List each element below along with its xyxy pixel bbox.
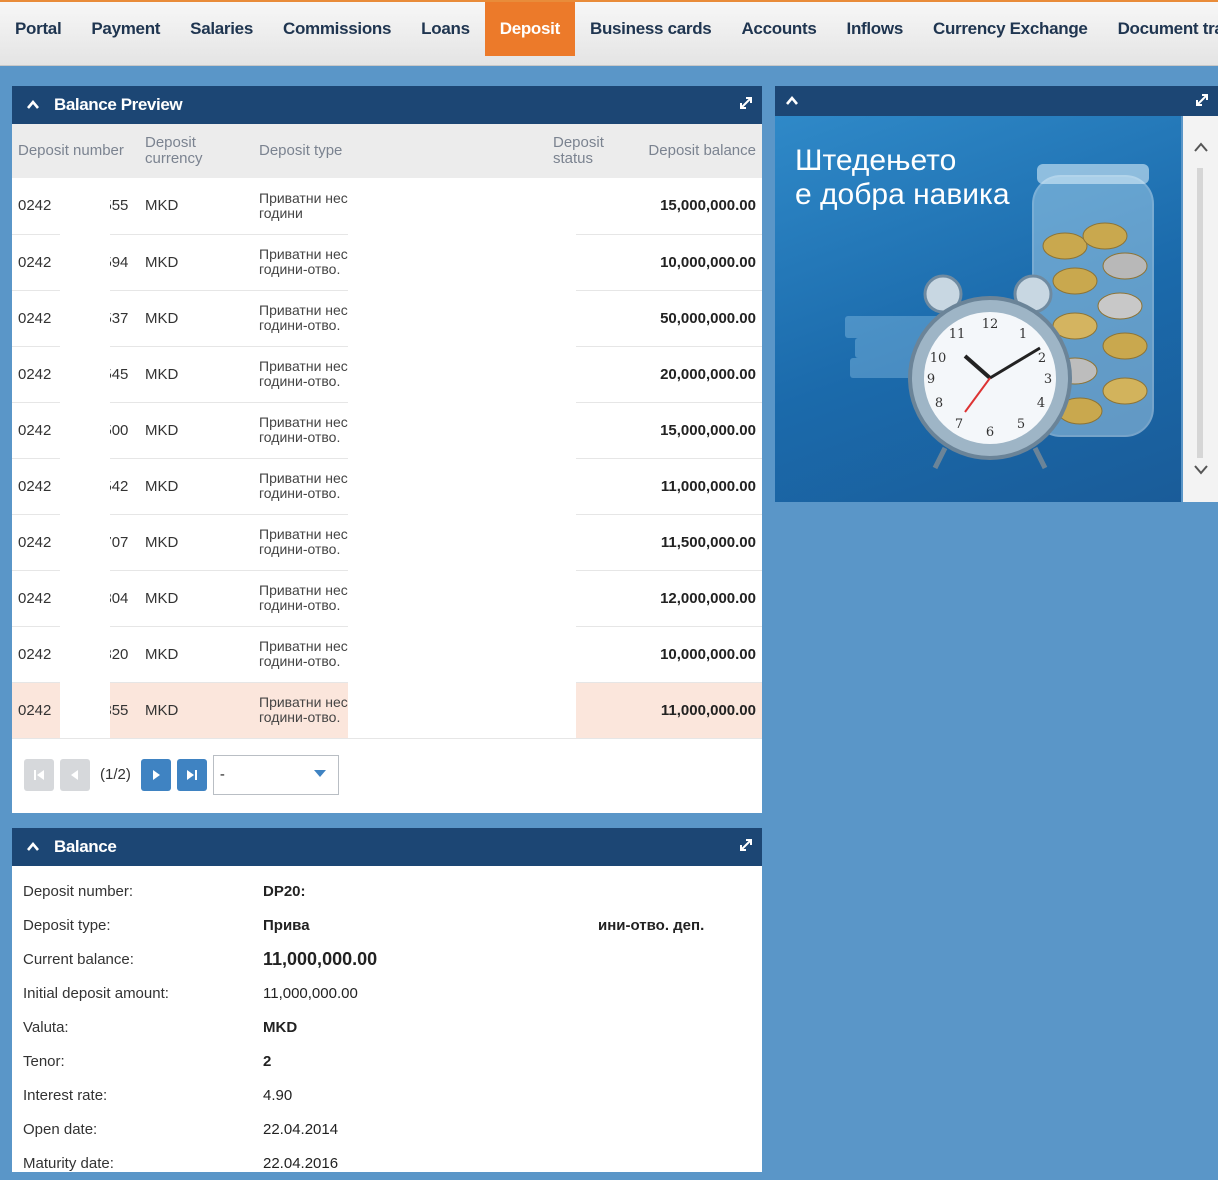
top-navigation: Portal Payment Salaries Commissions Loan… bbox=[0, 0, 1218, 66]
cell-deposit-balance: 10,000,000.00 bbox=[660, 253, 756, 271]
cell-deposit-currency: MKD bbox=[145, 365, 179, 383]
cell-deposit-currency: MKD bbox=[145, 421, 179, 439]
svg-text:11: 11 bbox=[949, 327, 966, 342]
col-deposit-currency[interactable]: Deposit currency bbox=[139, 124, 247, 178]
page-count: (1/2) bbox=[100, 766, 131, 783]
collapse-caret-icon[interactable] bbox=[785, 94, 799, 108]
cell-deposit-balance: 20,000,000.00 bbox=[660, 365, 756, 383]
redaction-mask bbox=[348, 178, 576, 738]
banner-scrollbar[interactable] bbox=[1183, 116, 1218, 502]
svg-text:12: 12 bbox=[982, 317, 999, 332]
col-deposit-type[interactable]: Deposit type bbox=[247, 124, 547, 178]
svg-text:1: 1 bbox=[1019, 327, 1027, 342]
svg-text:9: 9 bbox=[927, 372, 935, 387]
detail-interest-rate: Interest rate: 4.90 bbox=[23, 1086, 293, 1104]
first-page-button[interactable] bbox=[24, 758, 54, 791]
tab-currency-exchange[interactable]: Currency Exchange bbox=[918, 2, 1103, 56]
balance-details: Deposit number: DP20: Deposit type: Прив… bbox=[12, 866, 762, 1180]
expand-icon[interactable] bbox=[1194, 92, 1210, 108]
svg-text:5: 5 bbox=[1017, 417, 1025, 432]
balance-preview-panel: Balance Preview Deposit number Deposit c… bbox=[12, 86, 762, 813]
detail-open-date: Open date: 22.04.2014 bbox=[23, 1120, 339, 1138]
cell-deposit-balance: 15,000,000.00 bbox=[660, 421, 756, 439]
expand-icon[interactable] bbox=[738, 95, 754, 111]
svg-text:10: 10 bbox=[930, 351, 947, 366]
expand-icon[interactable] bbox=[738, 837, 754, 853]
cell-deposit-balance: 11,000,000.00 bbox=[660, 477, 756, 495]
svg-text:3: 3 bbox=[1044, 372, 1052, 387]
select-value: - bbox=[219, 766, 225, 783]
detail-current-balance: Current balance: 11,000,000.00 bbox=[23, 948, 378, 969]
cell-deposit-currency: MKD bbox=[145, 645, 179, 663]
detail-deposit-type: Deposit type: Прива ини-отво. деп. bbox=[23, 916, 705, 934]
cell-deposit-balance: 50,000,000.00 bbox=[660, 309, 756, 327]
tab-document-transfer[interactable]: Document transfer bbox=[1103, 2, 1218, 56]
scroll-thumb[interactable] bbox=[1197, 168, 1203, 458]
cell-deposit-currency: MKD bbox=[145, 589, 179, 607]
scroll-down-icon[interactable] bbox=[1193, 462, 1209, 479]
promo-panel bbox=[775, 86, 1218, 116]
promo-header bbox=[775, 86, 1218, 116]
redaction-mask bbox=[60, 178, 110, 738]
panel-title: Balance Preview bbox=[54, 95, 183, 114]
detail-maturity-date: Maturity date: 22.04.2016 bbox=[23, 1154, 339, 1172]
cell-deposit-balance: 12,000,000.00 bbox=[660, 589, 756, 607]
svg-text:7: 7 bbox=[955, 417, 963, 432]
cell-deposit-currency: MKD bbox=[145, 701, 179, 719]
cell-deposit-currency: MKD bbox=[145, 197, 179, 215]
scroll-up-icon[interactable] bbox=[1193, 140, 1209, 157]
svg-text:4: 4 bbox=[1037, 396, 1045, 411]
cell-deposit-balance: 11,500,000.00 bbox=[660, 533, 756, 551]
cell-deposit-currency: MKD bbox=[145, 533, 179, 551]
tab-portal[interactable]: Portal bbox=[0, 2, 76, 56]
table-header-row: Deposit number Deposit currency Deposit … bbox=[12, 124, 762, 178]
next-page-button[interactable] bbox=[140, 758, 171, 791]
cell-deposit-balance: 10,000,000.00 bbox=[660, 645, 756, 663]
cell-deposit-currency: MKD bbox=[145, 477, 179, 495]
prev-page-button[interactable] bbox=[60, 758, 90, 791]
col-deposit-status[interactable]: Deposit status bbox=[547, 124, 637, 178]
tab-accounts[interactable]: Accounts bbox=[726, 2, 831, 56]
panel-title: Balance bbox=[54, 837, 117, 856]
detail-tenor: Tenor: 2 bbox=[23, 1052, 272, 1070]
collapse-caret-icon[interactable] bbox=[26, 98, 40, 112]
last-page-button[interactable] bbox=[176, 758, 207, 791]
page-size-select[interactable]: - bbox=[212, 754, 339, 795]
cell-deposit-balance: 15,000,000.00 bbox=[660, 197, 756, 215]
collapse-caret-icon[interactable] bbox=[26, 840, 40, 854]
tab-commissions[interactable]: Commissions bbox=[268, 2, 406, 56]
banner-illustration: 12 12 3 45 6 78 9 1011 bbox=[845, 164, 1154, 470]
cell-deposit-currency: MKD bbox=[145, 253, 179, 271]
svg-text:6: 6 bbox=[986, 425, 994, 440]
pagination: (1/2) - bbox=[12, 739, 762, 811]
cell-deposit-balance: 11,000,000.00 bbox=[660, 701, 756, 719]
savings-banner[interactable]: Штедењето е добра навика 12 1 2 345 6 7 … bbox=[775, 116, 1181, 502]
tab-deposit[interactable]: Deposit bbox=[484, 2, 575, 56]
detail-deposit-number: Deposit number: DP20: bbox=[23, 882, 306, 900]
tab-payment[interactable]: Payment bbox=[76, 2, 175, 56]
tab-loans[interactable]: Loans bbox=[406, 2, 485, 56]
col-deposit-number[interactable]: Deposit number bbox=[12, 124, 139, 178]
tab-business-cards[interactable]: Business cards bbox=[575, 2, 726, 56]
detail-initial-amount: Initial deposit amount: 11,000,000.00 bbox=[23, 984, 358, 1002]
balance-panel: Balance Deposit number: DP20: Deposit ty… bbox=[12, 828, 762, 1172]
svg-text:2: 2 bbox=[1038, 351, 1046, 366]
svg-text:8: 8 bbox=[935, 396, 943, 411]
tab-inflows[interactable]: Inflows bbox=[832, 2, 918, 56]
col-deposit-balance[interactable]: Deposit balance bbox=[637, 124, 762, 178]
balance-preview-header: Balance Preview bbox=[12, 86, 762, 124]
tab-salaries[interactable]: Salaries bbox=[175, 2, 268, 56]
detail-valuta: Valuta: MKD bbox=[23, 1018, 298, 1036]
balance-header: Balance bbox=[12, 828, 762, 866]
chevron-down-icon bbox=[312, 766, 328, 783]
cell-deposit-currency: MKD bbox=[145, 309, 179, 327]
